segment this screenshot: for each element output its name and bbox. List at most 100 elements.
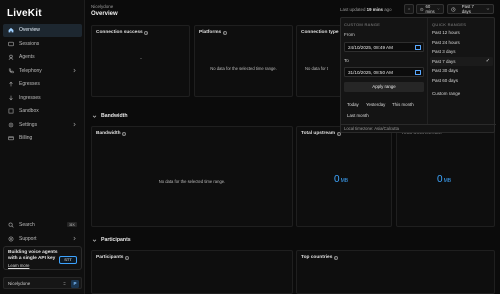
empty-state-text: No data for the selected time range.	[158, 179, 226, 184]
quick-range-24h[interactable]: Past 24 hours	[430, 38, 493, 47]
downstream-number: 0	[437, 174, 443, 185]
upstream-value: 0MB	[334, 174, 348, 185]
info-icon[interactable]: i	[122, 131, 127, 136]
sidebar-nav: Overview Sessions Agents Telephony Egres…	[3, 24, 82, 146]
info-icon[interactable]: i	[222, 30, 227, 35]
card-title: Connection typei	[301, 30, 345, 35]
egress-icon	[8, 81, 14, 87]
sidebar-item-label: Ingresses	[19, 94, 41, 101]
sidebar-item-search[interactable]: Search ⌘K	[3, 219, 82, 232]
custom-range-link[interactable]: Custom range	[430, 89, 493, 98]
sidebar-item-label: Overview	[19, 27, 40, 34]
quick-range-12h[interactable]: Past 12 hours	[430, 28, 493, 37]
divider	[341, 124, 496, 125]
sidebar-item-telephony[interactable]: Telephony	[3, 65, 82, 78]
quick-range-7d[interactable]: Past 7 days ✓	[430, 57, 493, 66]
downstream-unit: MB	[443, 178, 452, 184]
livekit-logo[interactable]: LiveKit	[7, 8, 42, 19]
refresh-icon	[408, 8, 410, 10]
quick-range-label: Past 7 days	[432, 59, 456, 64]
card-title: Top countries i	[301, 255, 338, 260]
sidebar-item-ingresses[interactable]: Ingresses	[3, 92, 82, 105]
connection-success-card: Connection success i -	[91, 25, 190, 97]
custom-range-heading: CUSTOM RANGE	[344, 22, 381, 27]
time-range-value: Past 7 days	[461, 4, 474, 14]
card-title-text: Connection type	[301, 30, 339, 35]
sidebar-item-egresses[interactable]: Egresses	[3, 78, 82, 91]
last-updated-prefix: Last updated	[340, 7, 366, 12]
sidebar-item-agents[interactable]: Agents	[3, 51, 82, 64]
card-title: Bandwidth i	[96, 131, 127, 136]
refresh-button[interactable]	[404, 4, 414, 14]
date-range-dropdown: CUSTOM RANGE From 24/10/2025, 08:49 AM T…	[340, 17, 496, 133]
card-title: Platforms i	[199, 30, 227, 35]
sidebar-item-label: Search	[19, 222, 35, 229]
upstream-number: 0	[334, 174, 340, 185]
from-date-input[interactable]: 24/10/2025, 08:49 AM	[344, 42, 424, 52]
sessions-icon	[8, 41, 14, 47]
last-month-button[interactable]: Last month	[344, 112, 372, 120]
refresh-interval-select[interactable]: 60 mins	[416, 4, 444, 14]
quick-range-60d[interactable]: Past 60 days	[430, 76, 493, 85]
total-upstream-card: Total upstream i 0MB	[296, 126, 392, 227]
chevron-right-icon	[73, 236, 76, 240]
sidebar-item-label: Sandbox	[19, 108, 39, 115]
support-icon	[8, 236, 14, 242]
section-title: Bandwidth	[101, 113, 128, 119]
info-icon[interactable]: i	[124, 255, 129, 260]
yesterday-button[interactable]: Yesterday	[363, 101, 388, 109]
to-date-value: 31/10/2025, 08:50 AM	[348, 69, 393, 75]
chevron-right-icon	[73, 122, 76, 126]
sidebar-item-billing[interactable]: Billing	[3, 132, 82, 145]
sidebar-item-sessions[interactable]: Sessions	[3, 38, 82, 51]
upstream-unit: MB	[340, 178, 349, 184]
today-button[interactable]: Today	[344, 101, 362, 109]
from-label: From	[344, 32, 355, 37]
this-month-button[interactable]: This month	[389, 101, 417, 109]
sidebar-item-label: Agents	[19, 54, 35, 61]
chevron-down-icon	[92, 239, 97, 242]
refresh-interval-value: 60 mins	[425, 4, 435, 14]
time-range-button[interactable]: Past 7 days	[447, 4, 494, 14]
apply-range-button[interactable]: Apply range	[344, 82, 424, 92]
empty-state-text: No data for the selected time range.	[210, 66, 277, 71]
connection-success-value: -	[140, 56, 142, 62]
sidebar-item-label: Support	[19, 235, 37, 242]
to-date-input[interactable]: 31/10/2025, 08:50 AM	[344, 67, 424, 77]
project-badge: P	[71, 279, 79, 288]
divider	[427, 18, 428, 124]
connection-type-card: Connection typei No data for t	[296, 25, 346, 97]
card-title-text: Connection success	[96, 30, 143, 35]
card-title-text: Top countries	[301, 255, 333, 260]
sandbox-icon	[8, 108, 14, 114]
last-updated-text: Last updated 19 mins ago	[340, 7, 392, 12]
calendar-icon[interactable]	[415, 45, 421, 50]
sidebar-item-label: Billing	[19, 135, 33, 142]
sidebar-item-settings[interactable]: Settings	[3, 119, 82, 132]
ingress-icon	[8, 95, 14, 101]
info-icon[interactable]: i	[144, 30, 149, 35]
sidebar-item-label: Settings	[19, 121, 38, 128]
quick-range-30d[interactable]: Past 30 days	[430, 66, 493, 75]
phone-icon	[8, 68, 14, 74]
billing-icon	[8, 135, 14, 141]
participants-section-header[interactable]: Participants	[92, 237, 131, 243]
breadcrumb[interactable]: Nicelydone	[91, 4, 113, 9]
from-date-value: 24/10/2025, 08:49 AM	[348, 44, 393, 50]
project-switcher[interactable]: Nicelydone P	[3, 277, 82, 289]
card-title-text: Participants	[96, 255, 124, 260]
card-title: Participants i	[96, 255, 129, 260]
last-updated-suffix: ago	[384, 7, 392, 12]
sidebar-item-sandbox[interactable]: Sandbox	[3, 105, 82, 118]
info-icon[interactable]: i	[333, 255, 338, 260]
participants-card: Participants i	[91, 250, 293, 294]
sidebar-item-overview[interactable]: Overview	[3, 24, 82, 37]
sidebar-item-label: Sessions	[19, 40, 40, 47]
quick-ranges-heading: QUICK RANGES	[432, 22, 467, 27]
card-title: Total upstream i	[301, 131, 341, 136]
top-countries-card: Top countries i	[296, 250, 495, 294]
sidebar-item-support[interactable]: Support	[3, 233, 82, 246]
calendar-icon[interactable]	[415, 70, 421, 75]
quick-range-3d[interactable]: Past 3 days	[430, 47, 493, 56]
bandwidth-section-header[interactable]: Bandwidth	[92, 113, 128, 119]
